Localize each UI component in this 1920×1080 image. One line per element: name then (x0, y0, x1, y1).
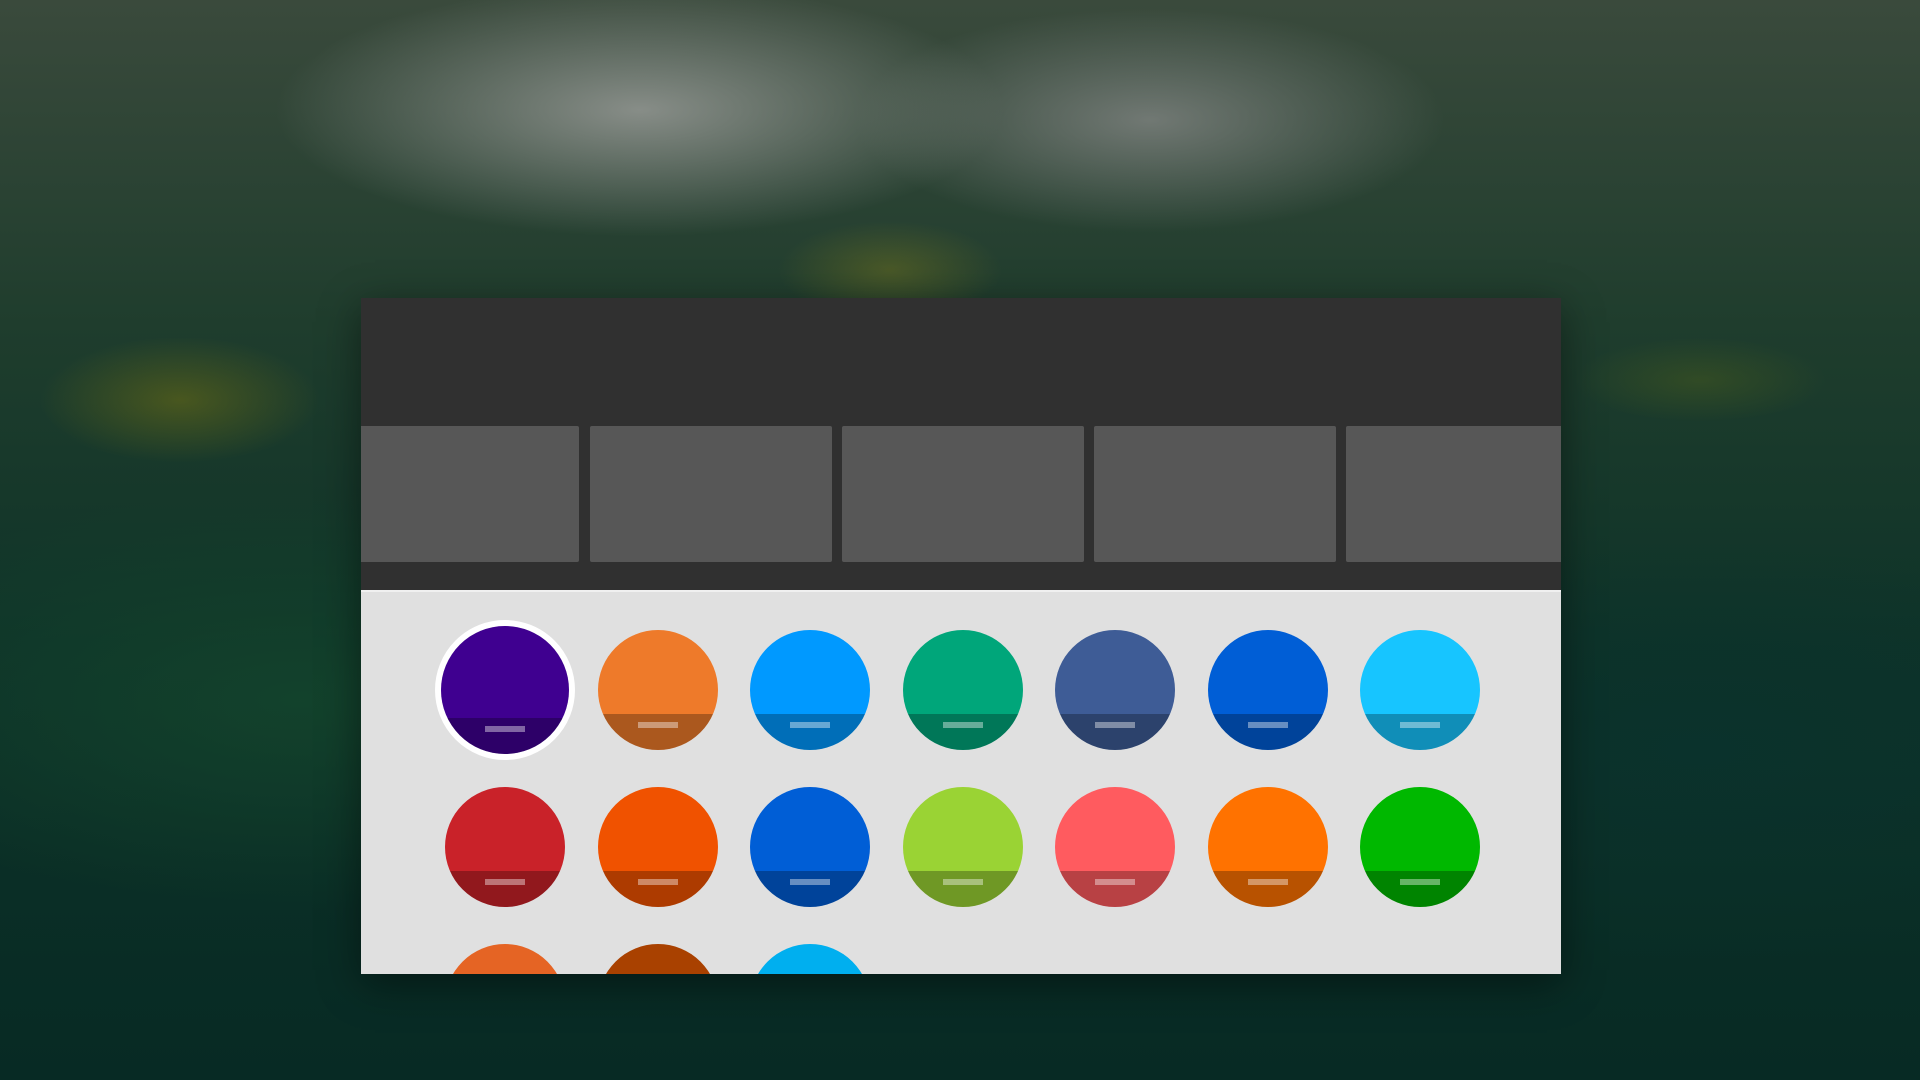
swatch-taskbar-preview (790, 722, 830, 728)
swatch-taskbar-preview (942, 879, 983, 885)
accent-color-grid (361, 590, 1561, 974)
accent-color-swatch[interactable] (1207, 630, 1328, 750)
accent-color-swatch[interactable] (445, 944, 565, 974)
swatch-taskbar-preview (1400, 879, 1440, 885)
personalization-window (361, 298, 1561, 974)
swatch-taskbar-preview (790, 879, 830, 885)
swatch-taskbar-preview (1095, 879, 1135, 885)
swatch-shade (1055, 714, 1175, 750)
accent-color-swatch[interactable] (1055, 787, 1175, 907)
background-thumbnail-2[interactable] (590, 426, 832, 562)
accent-color-swatch[interactable] (1360, 787, 1480, 907)
accent-color-swatch[interactable] (597, 787, 718, 907)
swatch-taskbar-preview (1095, 722, 1135, 728)
swatch-taskbar-preview (1247, 879, 1288, 885)
swatch-taskbar-preview (485, 726, 525, 732)
swatch-shade (441, 718, 569, 754)
swatch-taskbar-preview (1247, 722, 1288, 728)
accent-color-swatch[interactable] (902, 787, 1023, 907)
accent-color-swatch[interactable] (1207, 787, 1328, 907)
preview-header (361, 298, 1561, 590)
swatch-shade (1360, 871, 1480, 907)
accent-color-swatch[interactable] (597, 944, 718, 974)
swatch-shade (902, 871, 1023, 907)
accent-color-swatch[interactable] (435, 620, 575, 760)
swatch-shade (445, 871, 565, 907)
background-thumbnail-5[interactable] (1346, 426, 1561, 562)
accent-color-swatch[interactable] (750, 944, 870, 974)
swatch-taskbar-preview (485, 879, 525, 885)
accent-color-swatch[interactable] (445, 787, 565, 907)
swatch-shade (750, 871, 870, 907)
swatch-shade (597, 871, 718, 907)
background-thumbnail-3[interactable] (842, 426, 1084, 562)
swatch-shade (1207, 871, 1328, 907)
swatch-shade (1360, 714, 1480, 750)
background-thumbnail-1[interactable] (361, 426, 579, 562)
swatch-shade (597, 714, 718, 750)
accent-color-swatch[interactable] (1055, 630, 1175, 750)
swatch-shade (1055, 871, 1175, 907)
swatch-fill (445, 944, 565, 974)
swatch-shade (750, 714, 870, 750)
swatch-fill (750, 944, 870, 974)
swatch-taskbar-preview (637, 879, 678, 885)
background-thumbnail-strip (361, 426, 1561, 562)
accent-color-swatch[interactable] (597, 630, 718, 750)
swatch-shade (902, 714, 1023, 750)
swatch-shade (1207, 714, 1328, 750)
swatch-inner (441, 626, 569, 754)
swatch-taskbar-preview (1400, 722, 1440, 728)
accent-color-swatch[interactable] (902, 630, 1023, 750)
swatch-fill (597, 944, 718, 974)
background-thumbnail-4[interactable] (1094, 426, 1336, 562)
accent-color-swatch[interactable] (750, 787, 870, 907)
accent-color-swatch[interactable] (1360, 630, 1480, 750)
swatch-taskbar-preview (942, 722, 983, 728)
swatch-taskbar-preview (637, 722, 678, 728)
accent-color-swatch[interactable] (750, 630, 870, 750)
